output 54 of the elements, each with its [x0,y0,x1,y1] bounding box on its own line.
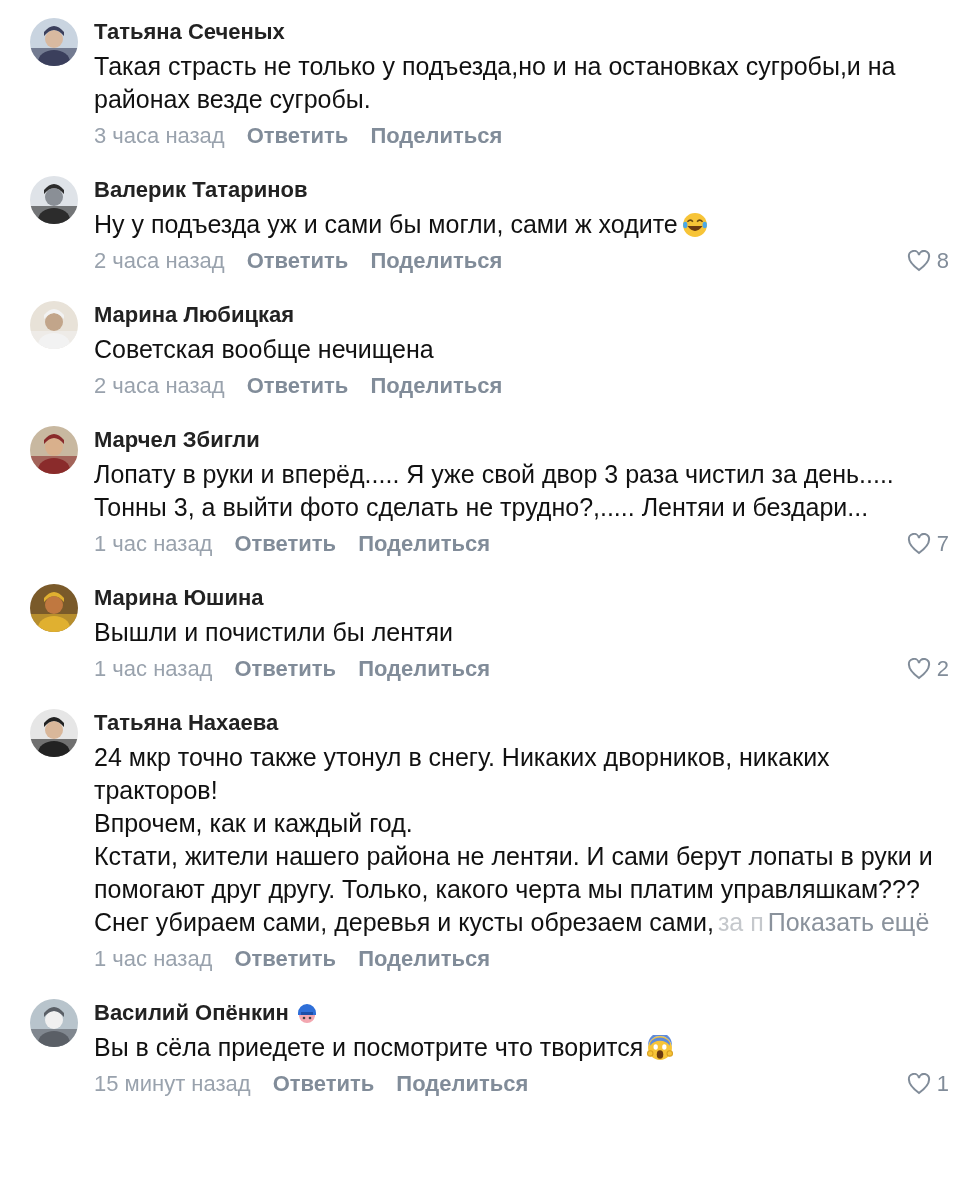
timestamp: 1 час назад [94,531,213,557]
comment-text: районах везде сугробы. [94,84,371,115]
comment-text: Вы в сёла приедете и посмотрите что творится [94,1032,644,1063]
reply-button[interactable]: Ответить [234,531,337,557]
laughing-emoji-icon [681,211,708,238]
share-button[interactable]: Поделиться [370,248,503,274]
timestamp: 3 часа назад [94,123,225,149]
timestamp: 1 час назад [94,656,213,682]
timestamp: 2 часа назад [94,373,225,399]
comment-text: тракторов! [94,775,218,806]
author-name[interactable]: Марина Любицкая [94,302,295,328]
comment-text: Ну у подъезда уж и сами бы могли, сами ж ходите [94,209,678,240]
comment-text: Советская вообще нечищена [94,334,434,365]
share-button[interactable]: Поделиться [358,656,491,682]
author-name[interactable]: Валерик Татаринов [94,177,308,203]
author-name[interactable]: Татьяна Нахаева [94,710,279,736]
share-button[interactable]: Поделиться [370,123,503,149]
comment-text: Тонны 3, а выйти фото сделать не трудно?,..... Лентяи и бездари... [94,492,869,523]
like-count: 1 [936,1071,949,1097]
author-name[interactable]: Марина Юшина [94,585,264,611]
comment-text: Лопату в руки и вперёд..... Я уже свой двор 3 раза чистил за день..... [94,459,894,490]
timestamp: 1 час назад [94,946,213,972]
reply-button[interactable]: Ответить [246,373,349,399]
share-button[interactable]: Поделиться [358,946,491,972]
comment-text: Вышли и почистили бы лентяи [94,617,453,648]
share-button[interactable]: Поделиться [396,1071,529,1097]
author-name[interactable]: Василий Опёнкин [94,1000,289,1026]
share-button[interactable]: Поделиться [370,373,503,399]
like-count: 7 [936,531,949,557]
faded-text: за п [717,907,764,938]
share-button[interactable]: Поделиться [358,531,491,557]
comment-text: Такая страсть не только у подъезда,но и на остановках сугробы,и на [94,51,896,82]
heart-icon[interactable] [906,250,931,272]
author-name[interactable]: Татьяна Сеченых [94,19,285,45]
reply-button[interactable]: Ответить [246,248,349,274]
heart-icon[interactable] [906,1073,931,1095]
like-count: 8 [936,248,949,274]
timestamp: 2 часа назад [94,248,225,274]
comment-text: Снег убираем сами, деревья и кусты обрезаем сами, [94,907,714,938]
comment-text: помогают друг другу. Только, какого черта мы платим управляшкам??? [94,874,920,905]
screaming-emoji-icon [647,1034,674,1061]
timestamp: 15 минут назад [94,1071,251,1097]
reply-button[interactable]: Ответить [272,1071,375,1097]
like-count: 2 [936,656,949,682]
show-more-link[interactable]: Показать ещё [767,906,930,939]
comment-text: Кстати, жители нашего района не лентяи. И сами берут лопаты в руки и [94,841,933,872]
author-name[interactable]: Марчел Збигли [94,427,260,453]
reply-button[interactable]: Ответить [234,656,337,682]
heart-icon[interactable] [906,658,931,680]
reply-button[interactable]: Ответить [234,946,337,972]
comment-text: Впрочем, как и каждый год. [94,808,413,839]
heart-icon[interactable] [906,533,931,555]
reply-button[interactable]: Ответить [246,123,349,149]
comment-text: 24 мкр точно также утонул в снегу. Никаких дворников, никаких [94,742,830,773]
